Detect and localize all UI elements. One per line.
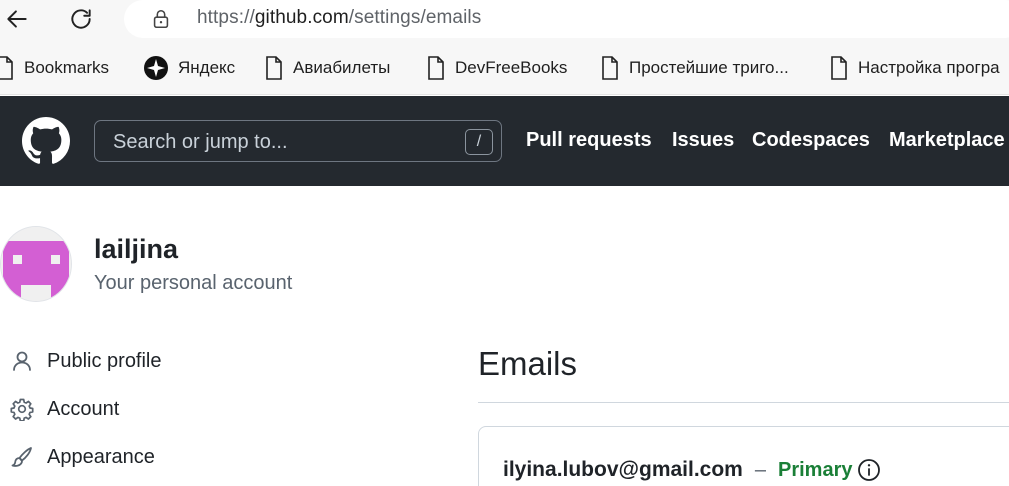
sidebar-item-appearance[interactable]: Appearance	[10, 439, 155, 475]
page-icon	[0, 56, 13, 80]
bookmark-bookmarks[interactable]: Bookmarks	[0, 55, 109, 81]
account-username[interactable]: lailjina	[94, 234, 178, 265]
gear-icon	[10, 398, 34, 421]
page-title: Emails	[478, 345, 578, 382]
bookmark-label: Простейшие триго...	[629, 58, 789, 77]
nav-pull-requests[interactable]: Pull requests	[526, 129, 652, 152]
bookmarks-bar: Bookmarks Яндекс Авиабилеты DevFreeBooks…	[0, 38, 1009, 95]
nav-codespaces[interactable]: Codespaces	[752, 129, 870, 152]
info-icon[interactable]	[857, 458, 881, 482]
search-placeholder: Search or jump to...	[113, 131, 288, 153]
bookmark-label: Яндекс	[178, 58, 236, 77]
reload-button[interactable]	[66, 4, 96, 34]
reload-icon	[71, 9, 91, 29]
bookmark-settings[interactable]: Настройка програ	[830, 55, 1000, 81]
bookmark-trigonometry[interactable]: Простейшие триго...	[601, 55, 789, 81]
search-input[interactable]: Search or jump to... /	[94, 120, 502, 162]
email-separator: –	[754, 458, 766, 481]
sidebar-item-label: Appearance	[47, 445, 155, 468]
bookmark-label: DevFreeBooks	[455, 58, 568, 77]
page-icon	[266, 56, 282, 80]
nav-marketplace[interactable]: Marketplace	[889, 129, 1005, 152]
sidebar-item-account[interactable]: Account	[10, 391, 119, 427]
sidebar-item-label: Account	[47, 397, 120, 420]
primary-badge: Primary	[777, 458, 853, 481]
yandex-icon	[144, 56, 168, 80]
bookmark-label: Настройка програ	[858, 58, 1000, 77]
back-button[interactable]	[2, 4, 32, 34]
bookmark-aviabilety[interactable]: Авиабилеты	[265, 55, 390, 81]
github-logo-icon[interactable]	[22, 117, 70, 165]
sidebar-item-label: Public profile	[47, 349, 162, 372]
page-icon	[602, 56, 618, 80]
bookmark-label: Авиабилеты	[293, 58, 391, 77]
lock-icon[interactable]	[150, 8, 172, 30]
email-address: ilyina.lubov@gmail.com	[503, 458, 743, 481]
account-subtitle: Your personal account	[94, 272, 293, 294]
page-icon	[831, 56, 847, 80]
email-list-item: ilyina.lubov@gmail.com – Primary	[503, 458, 881, 482]
person-icon	[13, 351, 31, 371]
bookmark-yandex[interactable]: Яндекс	[144, 55, 235, 81]
github-header: Search or jump to... / Pull requests Iss…	[0, 96, 1009, 186]
sidebar-item-public-profile[interactable]: Public profile	[10, 343, 162, 379]
url-text[interactable]: https://github.com/settings/emails	[197, 7, 481, 29]
avatar[interactable]	[0, 226, 72, 302]
identicon-image	[1, 227, 71, 301]
bookmark-devfreebooks[interactable]: DevFreeBooks	[427, 55, 567, 81]
bookmark-label: Bookmarks	[24, 58, 110, 77]
nav-issues[interactable]: Issues	[672, 129, 734, 152]
search-shortcut-key: /	[465, 129, 493, 155]
paintbrush-icon	[11, 447, 32, 467]
title-divider	[478, 402, 1009, 403]
arrow-left-icon	[7, 10, 27, 28]
browser-toolbar: https://github.com/settings/emails	[0, 0, 1009, 38]
page-icon	[428, 56, 444, 80]
